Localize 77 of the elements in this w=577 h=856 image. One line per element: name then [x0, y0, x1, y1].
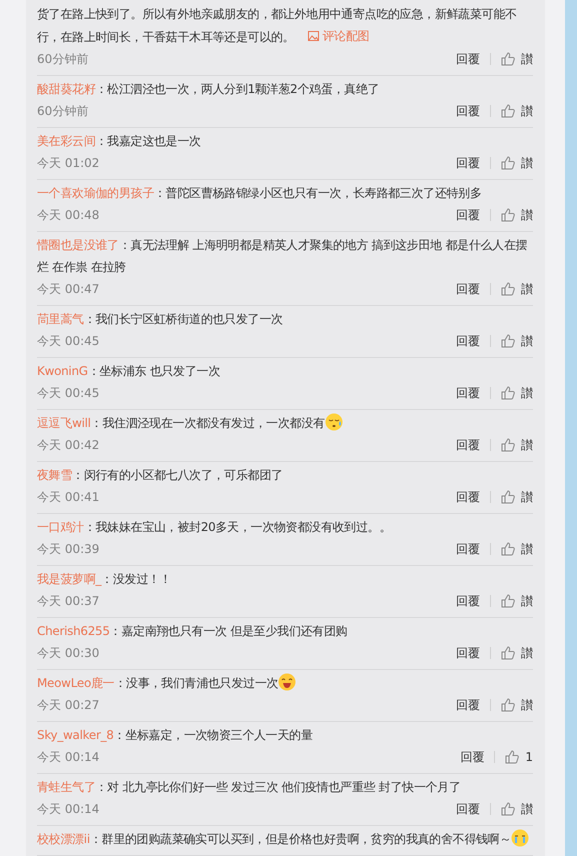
comment-time: 今天 00:14: [37, 748, 100, 766]
comment-time: 今天 00:27: [37, 696, 100, 714]
image-icon: [308, 31, 320, 41]
comment-time: 今天 00:48: [37, 206, 100, 224]
reply-link[interactable]: 回覆: [456, 644, 480, 662]
comment-time: 60分钟前: [37, 50, 90, 68]
reply-link[interactable]: 回覆: [460, 748, 484, 766]
reply-link[interactable]: 回覆: [456, 436, 480, 454]
comment-time: 今天 00:37: [37, 592, 100, 610]
comment-text: 美在彩云间：我嘉定这也是一次: [37, 133, 202, 150]
comment-text: 夜舞雪：闵行有的小区都七八次了，可乐都团了: [37, 467, 284, 484]
like-button[interactable]: 讃: [501, 436, 533, 454]
thumbs-up-icon: [501, 208, 515, 222]
thumbs-up-icon: [501, 542, 515, 556]
thumbs-up-icon: [501, 698, 515, 712]
comment-time: 今天 00:39: [37, 540, 100, 558]
comment-text: Cherish6255：嘉定南翔也只有一次 但是至少我们还有团购: [37, 623, 348, 640]
reply-link[interactable]: 回覆: [456, 50, 480, 68]
thumbs-up-icon: [501, 104, 515, 118]
comment-time: 今天 00:30: [37, 644, 100, 662]
like-button[interactable]: 讃: [501, 696, 533, 714]
comment-time: 今天 00:42: [37, 436, 100, 454]
reply-link[interactable]: 回覆: [456, 800, 480, 818]
reply-link[interactable]: 回覆: [456, 280, 480, 298]
like-button[interactable]: 讃: [501, 800, 533, 818]
like-button[interactable]: 讃: [501, 488, 533, 506]
comment-text: Sky_walker_8：坐标嘉定，一次物资三个人一天的量: [37, 727, 314, 744]
like-button[interactable]: 讃: [501, 540, 533, 558]
like-button[interactable]: 讃: [501, 102, 533, 120]
thumbs-up-icon: [505, 750, 520, 764]
comment-text: 我是菠萝啊_：没发过！！: [37, 571, 172, 588]
thumbs-up-icon: [501, 282, 515, 296]
thumbs-up-icon: [501, 334, 515, 348]
comment-time: 今天 00:41: [37, 488, 100, 506]
comment-text: 茼里蒿气：我们长宁区虹桥街道的也只发了一次: [37, 311, 284, 328]
like-button[interactable]: 讃: [501, 332, 533, 350]
comment-text: 货了在路上快到了。所以有外地亲戚朋友的，都让外地用中通寄点吃的应急，新鲜蔬菜可能不行，在路上时间长，干香菇干木耳等还是可以的。 评论配图: [37, 3, 533, 48]
comment-text: 一个喜欢瑜伽的男孩子：普陀区曹杨路锦绿小区也只有一次，长寿路都三次了还特别多: [37, 185, 483, 202]
reply-link[interactable]: 回覆: [456, 102, 480, 120]
comment-text: 逗逗飞will：我住泗泾现在一次都没有发过，一次都没有: [37, 412, 533, 434]
comment-text: 青蛙生气了：对 北九亭比你们好一些 发过三次 他们疫情也严重些 封了快一个月了: [37, 779, 462, 796]
like-button[interactable]: 1: [505, 750, 533, 764]
reply-link[interactable]: 回覆: [456, 592, 480, 610]
thumbs-up-icon: [501, 646, 515, 660]
comment-time: 今天 00:47: [37, 280, 100, 298]
reply-link[interactable]: 回覆: [456, 332, 480, 350]
reply-link[interactable]: 回覆: [456, 540, 480, 558]
comment-time: 今天 01:02: [37, 154, 100, 172]
comment-text: MeowLeo鹿一：没事，我们青浦也只发过一次: [37, 672, 533, 694]
comment-text: 一口鸡汁：我妹妹在宝山，被封20多天，一次物资都没有收到过。。: [37, 519, 392, 536]
thumbs-up-icon: [501, 52, 515, 66]
like-button[interactable]: 讃: [501, 384, 533, 402]
comment-time: 今天 00:45: [37, 332, 100, 350]
reply-link[interactable]: 回覆: [456, 206, 480, 224]
thumbs-up-icon: [501, 490, 515, 504]
comment-text: 校校漂漂ii：群里的团购蔬菜确实可以买到，但是价格也好贵啊，贫穷的我真的舍不得钱啊～: [37, 828, 533, 850]
thumbs-up-icon: [501, 386, 515, 400]
comment-time: 60分钟前: [37, 102, 90, 120]
thumbs-up-icon: [501, 802, 515, 816]
like-button[interactable]: 讃: [501, 644, 533, 662]
reply-link[interactable]: 回覆: [456, 488, 480, 506]
thumbs-up-icon: [501, 438, 515, 452]
thumbs-up-icon: [501, 156, 515, 170]
reply-link[interactable]: 回覆: [456, 154, 480, 172]
comment-text: 酸甜葵花籽：松江泗泾也一次，两人分到1颗洋葱2个鸡蛋，真绝了: [37, 81, 380, 98]
like-button[interactable]: 讃: [501, 280, 533, 298]
comment-text: KwoninG：坐标浦东 也只发了一次: [37, 363, 221, 380]
comment-time: 今天 00:45: [37, 384, 100, 402]
reply-link[interactable]: 回覆: [456, 696, 480, 714]
like-button[interactable]: 讃: [501, 206, 533, 224]
thumbs-up-icon: [501, 594, 515, 608]
like-button[interactable]: 讃: [501, 592, 533, 610]
reply-link[interactable]: 回覆: [456, 384, 480, 402]
comment-text: 懵圈也是没谁了：真无法理解 上海明明都是精英人才聚集的地方 搞到这步田地 都是什么人在摆烂 在作祟 在拉胯: [37, 237, 528, 276]
like-button[interactable]: 讃: [501, 50, 533, 68]
like-button[interactable]: 讃: [501, 154, 533, 172]
comment-time: 今天 00:14: [37, 800, 100, 818]
